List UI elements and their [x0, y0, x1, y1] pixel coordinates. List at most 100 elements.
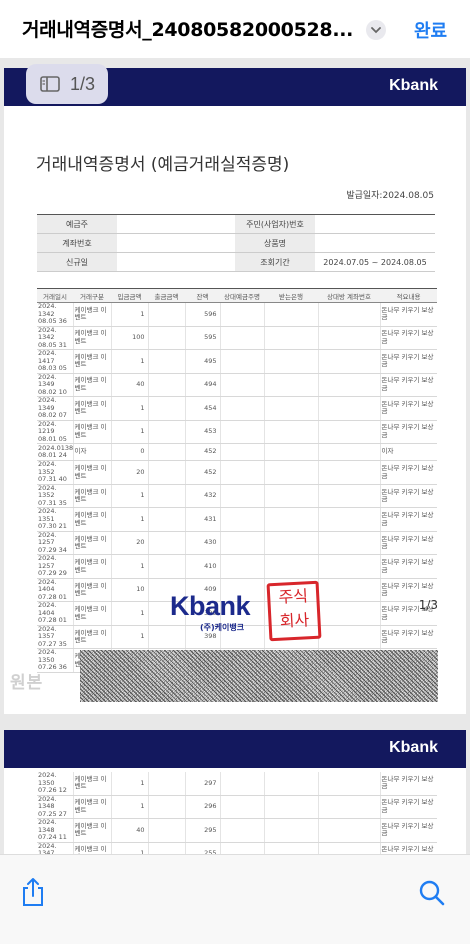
cell-withdraw [147, 460, 185, 485]
done-button[interactable]: 완료 [414, 17, 447, 43]
cell-empty [263, 484, 318, 509]
title-menu-button[interactable] [366, 20, 386, 40]
transaction-row: 2024. 1417 08.03 05 케이뱅크 이벤트 1 495 돈나무 키우기 보… [37, 349, 437, 374]
cell-type: 케이뱅크 이벤트 [72, 795, 111, 819]
cell-type: 케이뱅크 이벤트 [72, 554, 111, 579]
account-value [117, 233, 235, 253]
cell-date: 2024. 1342 08.05 31 [37, 326, 73, 350]
cell-empty [263, 531, 318, 556]
cell-empty [219, 484, 264, 509]
cell-empty [219, 420, 264, 444]
col-header: 거래일시 [37, 288, 73, 303]
cell-empty [317, 601, 380, 626]
cell-empty [317, 818, 380, 843]
cell-empty [263, 772, 318, 796]
search-icon [419, 880, 445, 906]
resident-no-value [315, 214, 435, 234]
cell-empty [317, 420, 380, 444]
cell-empty [317, 795, 380, 819]
kbank-logo: Kbank [389, 77, 438, 94]
cell-memo: 돈나무 키우기 보상금 [379, 554, 437, 579]
transaction-row: 2024. 1342 08.05 31 케이뱅크 이벤트 100 595 돈나무 키우기… [37, 326, 437, 350]
cell-empty [263, 396, 318, 421]
transaction-row: 2024. 1349 08.02 10 케이뱅크 이벤트 40 494 돈나무 키우기 … [37, 373, 437, 397]
cell-balance: 495 [184, 349, 220, 374]
account-label: 계좌번호 [37, 233, 117, 253]
cell-deposit: 1 [110, 772, 148, 796]
cell-withdraw [147, 772, 185, 796]
cell-date: 2024. 1351 07.30 21 [37, 507, 73, 532]
transaction-row: 2024. 1349 08.02 07 케이뱅크 이벤트 1 454 돈나무 키우기 보… [37, 396, 437, 421]
cell-date: 2024. 1349 08.02 07 [37, 396, 73, 421]
cell-memo: 돈나무 키우기 보상금 [379, 460, 437, 485]
cell-withdraw [147, 302, 185, 327]
share-button[interactable] [20, 877, 46, 911]
transaction-row: 2024. 1342 08.05 36 케이뱅크 이벤트 1 596 돈나무 키우기 보… [37, 302, 437, 327]
transaction-row: 2024. 1348 07.25 27 케이뱅크 이벤트 1 296 돈나무 키우기 보… [37, 795, 437, 819]
transaction-row: 2024. 1352 07.31 40 케이뱅크 이벤트 20 452 돈나무 키우기 … [37, 460, 437, 485]
cell-date: 2024. 1257 07.29 29 [37, 554, 73, 579]
cell-empty [219, 795, 264, 819]
cell-deposit: 1 [110, 625, 148, 650]
cell-deposit: 1 [110, 842, 148, 854]
cell-balance: 296 [184, 795, 220, 819]
cell-date: 2024. 1352 07.31 35 [37, 484, 73, 509]
cell-empty [219, 531, 264, 556]
cell-empty [317, 396, 380, 421]
cell-type: 케이뱅크 이벤트 [72, 578, 111, 603]
cell-deposit: 1 [110, 302, 148, 327]
col-header: 적요내용 [380, 288, 437, 303]
account-info-table: 예금주 주민(사업자)번호 계좌번호 상품명 신규일 조회기간 2024.07.… [37, 214, 435, 272]
col-header: 거래구분 [73, 288, 111, 303]
cell-date: 2024. 1417 08.03 05 [37, 349, 73, 374]
cell-balance: 410 [184, 554, 220, 579]
search-button[interactable] [418, 879, 446, 911]
document-page-2: Kbank 2024. 1350 07.26 12 케이뱅크 이벤트 1 297 돈나무… [4, 730, 466, 854]
share-icon [23, 878, 43, 906]
cell-empty [317, 373, 380, 397]
cell-type: 케이뱅크 이벤트 [72, 842, 111, 854]
cell-memo: 돈나무 키우기 보상금 [379, 507, 437, 532]
cell-type: 케이뱅크 이벤트 [72, 601, 111, 626]
cell-empty [219, 507, 264, 532]
cell-balance: 297 [184, 772, 220, 796]
cell-deposit: 1 [110, 396, 148, 421]
cell-type: 케이뱅크 이벤트 [72, 772, 111, 796]
cell-memo: 돈나무 키우기 보상금 [379, 625, 437, 650]
cell-memo: 돈나무 키우기 보상금 [379, 795, 437, 819]
cell-empty [317, 460, 380, 485]
document-viewer[interactable]: Kbank 거래내역증명서 (예금거래실적증명) 발급일자:2024.08.05… [0, 58, 470, 854]
transaction-header-row: 거래일시 거래구분 입금금액 출금금액 잔액 상대예금주명 받는은행 상대방 계… [37, 288, 437, 303]
transaction-table-page-2: 2024. 1350 07.26 12 케이뱅크 이벤트 1 297 돈나무 키우기 보… [37, 772, 437, 854]
cell-empty [317, 578, 380, 603]
period-value: 2024.07.05 ~ 2024.08.05 [315, 252, 435, 272]
company-name: (주)케이뱅크 [200, 623, 245, 632]
col-header: 상대방 계좌번호 [318, 288, 380, 303]
cell-balance: 595 [184, 326, 220, 350]
cell-type: 케이뱅크 이벤트 [72, 625, 111, 650]
cell-memo: 돈나무 키우기 보상금 [379, 349, 437, 374]
cell-withdraw [147, 349, 185, 374]
kbank-logo: Kbank [389, 739, 438, 756]
cell-date: 2024. 1348 07.24 11 [37, 818, 73, 843]
cell-balance: 255 [184, 842, 220, 854]
cell-empty [317, 326, 380, 350]
cell-date: 2024. 1350 07.26 12 [37, 772, 73, 796]
document-title: 거래내역증명서_24080582000528... [22, 19, 354, 41]
cell-date: 2024. 1342 08.05 36 [37, 302, 73, 327]
cell-type: 케이뱅크 이벤트 [72, 818, 111, 843]
cell-empty [263, 842, 318, 854]
cell-deposit: 1 [110, 554, 148, 579]
cell-date: 2024. 1348 07.25 27 [37, 795, 73, 819]
cell-withdraw [147, 396, 185, 421]
page-indicator[interactable]: 1/3 [26, 64, 108, 104]
cell-memo: 이자 [379, 443, 437, 462]
cell-empty [317, 531, 380, 556]
cell-date: 2024. 1257 07.29 34 [37, 531, 73, 556]
new-date-value [117, 252, 235, 272]
sidebar-icon [40, 76, 60, 92]
cell-date: 2024. 1352 07.31 40 [37, 460, 73, 485]
cell-balance: 454 [184, 396, 220, 421]
transaction-row: 2024. 1347 07.24 54케이뱅크 이벤트1 255 돈나무 키우기 보… [37, 842, 437, 854]
cell-deposit: 1 [110, 601, 148, 626]
